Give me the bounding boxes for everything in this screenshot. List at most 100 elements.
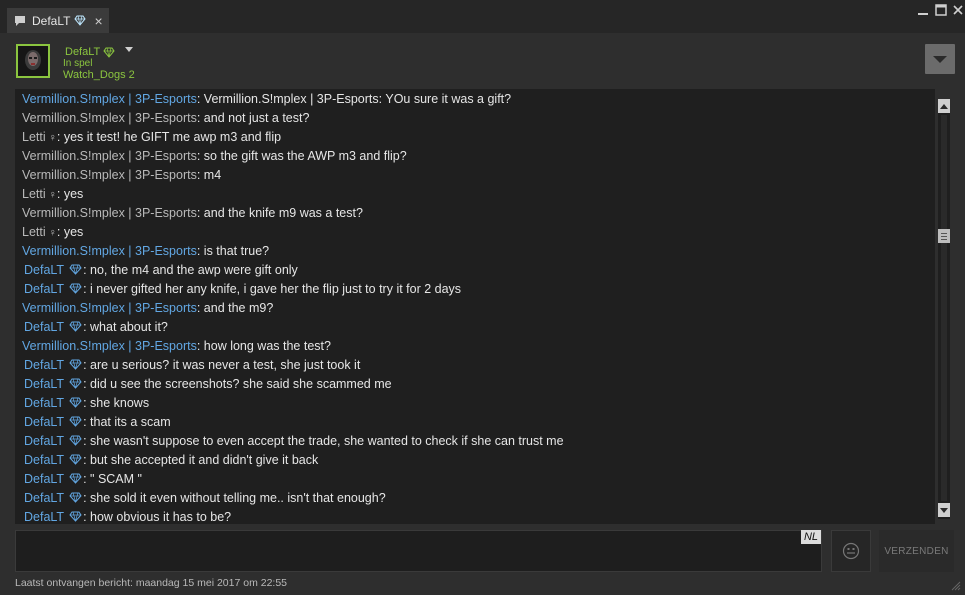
tab-title: DefaLT <box>32 13 71 28</box>
chat-scrollbar[interactable] <box>938 99 950 519</box>
message-sender[interactable]: DefaLT <box>22 434 64 448</box>
message-input[interactable] <box>16 531 821 571</box>
message-separator: : <box>196 244 204 258</box>
message-sender[interactable]: Vermillion.S!mplex | 3P-Esports <box>22 206 197 220</box>
message-sender[interactable]: Vermillion.S!mplex | 3P-Esports <box>22 149 197 163</box>
message-text: she wasn't suppose to even accept the tr… <box>90 434 564 448</box>
message-text: how long was the test? <box>203 339 331 353</box>
avatar[interactable] <box>16 44 50 78</box>
message-separator: : <box>83 358 91 372</box>
chat-message: Letti ♀: yes <box>15 223 935 242</box>
message-separator: : <box>196 111 204 125</box>
message-sender[interactable]: Vermillion.S!mplex | 3P-Esports <box>22 339 197 353</box>
scroll-thumb[interactable] <box>938 229 950 243</box>
arrow-up-icon <box>940 103 948 109</box>
message-sender[interactable]: Letti <box>22 225 46 239</box>
chat-message: DefaLT: how obvious it has to be? <box>15 508 935 524</box>
message-sender[interactable]: Letti <box>22 130 46 144</box>
scroll-down-button[interactable] <box>938 503 950 517</box>
chat-message: Vermillion.S!mplex | 3P-Esports: is that… <box>15 242 935 261</box>
diamond-icon <box>69 262 82 275</box>
message-sender[interactable]: DefaLT <box>22 396 64 410</box>
emoji-button[interactable] <box>831 530 871 572</box>
female-symbol-icon: ♀ <box>48 227 57 239</box>
message-sender[interactable]: DefaLT <box>22 491 64 505</box>
chat-message: DefaLT: are u serious? it was never a te… <box>15 356 935 375</box>
message-sender[interactable]: DefaLT <box>22 358 64 372</box>
friend-menu-caret[interactable] <box>125 47 133 52</box>
message-separator: : <box>196 92 204 106</box>
message-text: and not just a test? <box>203 111 310 125</box>
diamond-icon <box>69 319 82 332</box>
message-text: but she accepted it and didn't give it b… <box>90 453 319 467</box>
message-separator: : <box>83 472 91 486</box>
chat-message: DefaLT: she wasn't suppose to even accep… <box>15 432 935 451</box>
chat-message: Letti ♀: yes <box>15 185 935 204</box>
scroll-track[interactable] <box>941 115 947 501</box>
message-input-box[interactable] <box>15 530 822 572</box>
message-text: yes <box>63 225 84 239</box>
message-separator: : <box>83 396 91 410</box>
resize-grip-icon[interactable] <box>951 581 961 591</box>
friend-name-label: DefaLT <box>65 46 101 58</box>
message-separator: : <box>83 320 91 334</box>
message-separator: : <box>196 339 204 353</box>
message-text: and the knife m9 was a test? <box>203 206 363 220</box>
tab-close-button[interactable]: × <box>94 14 102 28</box>
message-sender[interactable]: DefaLT <box>22 510 64 524</box>
diamond-icon <box>74 15 87 26</box>
chevron-down-icon <box>933 55 947 63</box>
diamond-icon <box>103 47 115 58</box>
maximize-icon[interactable] <box>934 3 948 17</box>
friend-name[interactable]: DefaLT <box>65 46 115 58</box>
message-sender[interactable]: Vermillion.S!mplex | 3P-Esports <box>22 301 197 315</box>
chat-tab[interactable]: DefaLT × <box>7 8 109 33</box>
smiley-icon <box>842 542 860 560</box>
message-sender[interactable]: Vermillion.S!mplex | 3P-Esports <box>22 92 197 106</box>
message-text: that its a scam <box>90 415 171 429</box>
diamond-icon <box>69 452 82 465</box>
chat-panel: DefaLT In spel Watch_Dogs 2 Vermillion.S… <box>0 33 965 595</box>
message-sender[interactable]: DefaLT <box>22 282 64 296</box>
diamond-icon <box>69 509 82 522</box>
chat-message: DefaLT: that its a scam <box>15 413 935 432</box>
last-received-info: Laatst ontvangen bericht: maandag 15 mei… <box>15 577 288 589</box>
message-sender[interactable]: DefaLT <box>22 415 64 429</box>
chat-message: Letti ♀: yes it test! he GIFT me awp m3 a… <box>15 128 935 147</box>
message-sender[interactable]: Vermillion.S!mplex | 3P-Esports <box>22 244 197 258</box>
message-text: did u see the screenshots? she said she … <box>90 377 392 391</box>
chat-message: Vermillion.S!mplex | 3P-Esports: and the… <box>15 204 935 223</box>
message-sender[interactable]: DefaLT <box>22 472 64 486</box>
message-sender[interactable]: Vermillion.S!mplex | 3P-Esports <box>22 168 197 182</box>
message-separator: : <box>83 453 91 467</box>
close-icon[interactable] <box>951 3 965 17</box>
chat-message: DefaLT: did u see the screenshots? she s… <box>15 375 935 394</box>
message-sender[interactable]: DefaLT <box>22 263 64 277</box>
message-text: no, the m4 and the awp were gift only <box>90 263 298 277</box>
message-sender[interactable]: Vermillion.S!mplex | 3P-Esports <box>22 111 197 125</box>
diamond-icon <box>69 395 82 408</box>
message-separator: : <box>83 263 91 277</box>
friend-game: Watch_Dogs 2 <box>63 69 135 81</box>
message-text: is that true? <box>203 244 270 258</box>
chat-message: DefaLT: she sold it even without telling… <box>15 489 935 508</box>
message-text: how obvious it has to be? <box>90 510 232 524</box>
message-separator: : <box>83 415 91 429</box>
message-text: she sold it even without telling me.. is… <box>90 491 386 505</box>
scroll-up-button[interactable] <box>938 99 950 113</box>
message-text: yes it test! he GIFT me awp m3 and flip <box>63 130 282 144</box>
send-button[interactable]: VERZENDEN <box>879 530 954 572</box>
minimize-icon[interactable] <box>916 3 930 17</box>
message-sender[interactable]: DefaLT <box>22 453 64 467</box>
friend-header: DefaLT In spel Watch_Dogs 2 <box>0 33 965 88</box>
message-sender[interactable]: DefaLT <box>22 320 64 334</box>
chat-message: DefaLT: i never gifted her any knife, i … <box>15 280 935 299</box>
message-separator: : <box>83 510 91 524</box>
message-text: i never gifted her any knife, i gave her… <box>90 282 462 296</box>
message-sender[interactable]: DefaLT <box>22 377 64 391</box>
chat-message: Vermillion.S!mplex | 3P-Esports: how lon… <box>15 337 935 356</box>
language-badge: NL <box>801 530 821 544</box>
chat-options-button[interactable] <box>925 44 955 74</box>
message-sender[interactable]: Letti <box>22 187 46 201</box>
message-separator: : <box>56 225 64 239</box>
